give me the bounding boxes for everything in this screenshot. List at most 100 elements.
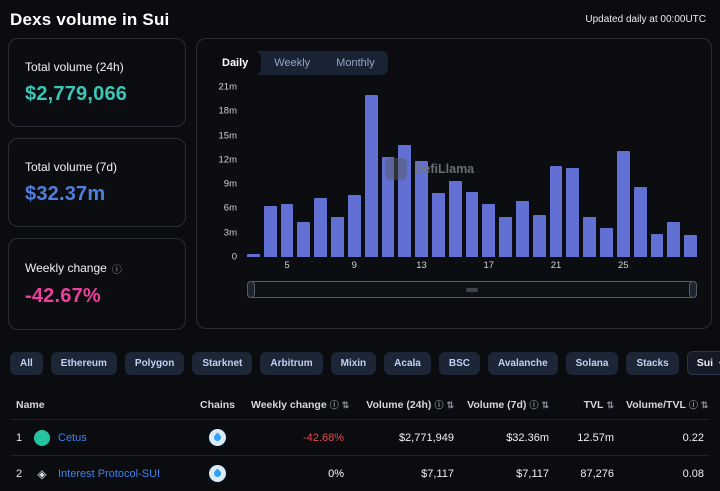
info-icon[interactable]: ⓘ	[529, 400, 538, 410]
protocol-logo-icon	[34, 430, 50, 446]
col-header-volume-24h-[interactable]: Volume (24h)ⓘ⇅	[350, 390, 460, 420]
x-axis: 5913172125	[247, 260, 697, 272]
x-tick: 21	[550, 260, 563, 272]
bar-day-15	[449, 181, 462, 257]
chain-pill-avalanche[interactable]: Avalanche	[488, 352, 558, 375]
chain-icon-sui	[209, 465, 226, 482]
col-header-weekly-change[interactable]: Weekly changeⓘ⇅	[245, 390, 350, 420]
brush-grip[interactable]	[466, 288, 478, 292]
info-icon[interactable]: ⓘ	[330, 400, 339, 410]
stats-column: Total volume (24h)$2,779,066Total volume…	[8, 38, 186, 330]
sort-icon[interactable]: ⇅	[541, 400, 549, 410]
col-header-tvl[interactable]: TVL⇅	[555, 390, 620, 420]
x-tick	[600, 260, 613, 272]
y-tick: 3m	[224, 227, 237, 238]
tvl-value: 12.57m	[577, 432, 614, 444]
x-tick	[634, 260, 647, 272]
sui-drop-icon	[213, 469, 223, 479]
x-tick	[449, 260, 462, 272]
volume-24h-value: $2,771,949	[399, 432, 454, 444]
stat-label: Total volume (7d)	[25, 160, 117, 174]
x-tick	[651, 260, 664, 272]
bar-day-8	[331, 217, 344, 257]
bar-day-26	[634, 187, 647, 257]
chain-icon-sui	[209, 429, 226, 446]
chain-pill-acala[interactable]: Acala	[384, 352, 431, 375]
x-tick	[331, 260, 344, 272]
main-area: Total volume (24h)$2,779,066Total volume…	[0, 38, 720, 330]
chain-pill-arbitrum[interactable]: Arbitrum	[260, 352, 322, 375]
volume-7d-value: $32.36m	[506, 432, 549, 444]
bar-chart[interactable]: 03m6m9m12m15m18m21m DefiLlama	[209, 87, 699, 257]
updated-note: Updated daily at 00:00UTC	[585, 14, 706, 25]
protocol-link[interactable]: Interest Protocol-SUI	[58, 468, 160, 480]
x-tick	[382, 260, 395, 272]
table-row: 2◈Interest Protocol-SUI0%$7,117$7,11787,…	[10, 456, 710, 491]
x-tick: 13	[415, 260, 428, 272]
bar-day-24	[600, 228, 613, 257]
chain-pill-starknet[interactable]: Starknet	[192, 352, 252, 375]
x-tick	[247, 260, 260, 272]
brush-handle-left[interactable]	[247, 281, 255, 298]
protocols-table: NameChainsWeekly changeⓘ⇅Volume (24h)ⓘ⇅V…	[10, 390, 710, 491]
col-header-volume-7d-[interactable]: Volume (7d)ⓘ⇅	[460, 390, 555, 420]
x-tick	[566, 260, 579, 272]
chain-pill-mixin[interactable]: Mixin	[331, 352, 377, 375]
tab-monthly[interactable]: Monthly	[323, 51, 388, 75]
x-tick	[432, 260, 445, 272]
chain-pill-polygon[interactable]: Polygon	[125, 352, 184, 375]
chain-pill-solana[interactable]: Solana	[566, 352, 619, 375]
table-header-row: NameChainsWeekly changeⓘ⇅Volume (24h)ⓘ⇅V…	[10, 390, 710, 420]
volume-tvl-value: 0.22	[683, 432, 704, 444]
chain-pill-ethereum[interactable]: Ethereum	[51, 352, 117, 375]
weekly-change-value: 0%	[328, 468, 344, 480]
chart-panel: DailyWeeklyMonthly 03m6m9m12m15m18m21m D…	[196, 38, 712, 329]
x-tick	[314, 260, 327, 272]
chain-pill-bsc[interactable]: BSC	[439, 352, 480, 375]
chain-dropdown[interactable]: Sui▾	[687, 351, 720, 375]
sort-icon[interactable]: ⇅	[342, 400, 350, 410]
info-icon[interactable]: ⓘ	[434, 400, 443, 410]
bar-day-20	[533, 215, 546, 257]
sort-icon[interactable]: ⇅	[446, 400, 454, 410]
stat-label: Weekly change	[25, 261, 107, 275]
bar-day-25	[617, 151, 630, 257]
brush-handle-right[interactable]	[689, 281, 697, 298]
x-tick: 25	[617, 260, 630, 272]
volume-7d-value: $7,117	[516, 468, 549, 480]
y-tick: 0	[232, 252, 237, 263]
stat-label: Total volume (24h)	[25, 60, 124, 74]
protocol-logo-icon: ◈	[34, 466, 50, 482]
stat-value: $2,779,066	[25, 83, 169, 106]
table-row: 1Cetus-42.68%$2,771,949$32.36m12.57m0.22	[10, 420, 710, 456]
bar-day-3	[247, 254, 260, 257]
stat-card-total-volume-24h: Total volume (24h) $2,779,066	[8, 38, 186, 127]
chain-pill-all[interactable]: All	[10, 352, 43, 375]
stat-value: -42.67%	[25, 285, 169, 308]
bar-day-14	[432, 193, 445, 257]
chart-brush[interactable]	[247, 281, 697, 298]
y-tick: 18m	[219, 106, 237, 117]
bar-day-6	[297, 222, 310, 257]
page-title: Dexs volume in Sui	[10, 10, 169, 30]
x-tick	[398, 260, 411, 272]
bar-series	[247, 87, 697, 257]
info-icon[interactable]: ⓘ	[112, 261, 122, 276]
col-header-volume-tvl[interactable]: Volume/TVLⓘ⇅	[620, 390, 710, 420]
info-icon[interactable]: ⓘ	[689, 400, 698, 410]
bar-day-27	[651, 234, 664, 257]
tab-weekly[interactable]: Weekly	[261, 51, 323, 75]
sort-icon[interactable]: ⇅	[701, 400, 709, 410]
bar-day-28	[667, 222, 680, 257]
stat-card-total-volume-7d: Total volume (7d)$32.37m	[8, 138, 186, 227]
sort-icon[interactable]: ⇅	[606, 400, 614, 410]
protocol-link[interactable]: Cetus	[58, 432, 87, 444]
y-tick: 9m	[224, 179, 237, 190]
chain-filter-row: All Ethereum Polygon Starknet Arbitrum Mixin A…	[0, 330, 720, 375]
bar-day-10	[365, 95, 378, 257]
chain-pill-stacks[interactable]: Stacks	[626, 352, 678, 375]
bar-day-17	[482, 204, 495, 257]
bar-day-23	[583, 217, 596, 257]
tab-daily[interactable]: Daily	[209, 51, 261, 75]
bar-day-18	[499, 217, 512, 257]
